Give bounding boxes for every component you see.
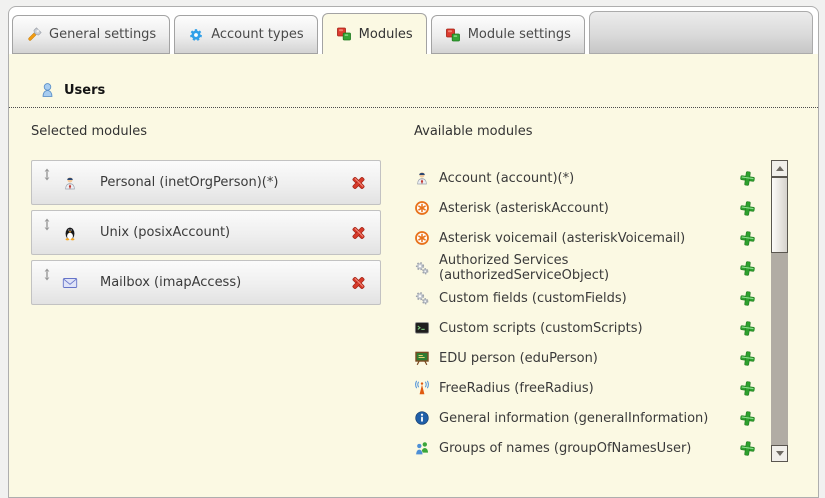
tab-module-settings[interactable]: Module settings <box>431 15 585 54</box>
tab-label: General settings <box>49 27 156 42</box>
add-module-button[interactable] <box>739 290 756 307</box>
selected-modules-list: Personal (inetOrgPerson)(*) Unix (posixA… <box>31 160 381 305</box>
mail-icon <box>62 275 78 291</box>
add-module-button[interactable] <box>739 350 756 367</box>
selected-modules-label: Selected modules <box>31 124 381 139</box>
tab-label: Modules <box>359 27 413 42</box>
tab-label: Module settings <box>468 27 571 42</box>
available-module-row-asterisk-voicemail: Asterisk voicemail (asteriskVoicemail) <box>414 223 771 253</box>
users-section-heading: Users <box>9 82 818 108</box>
scrollbar-down-button[interactable] <box>771 445 788 462</box>
remove-module-button[interactable] <box>350 274 367 291</box>
drag-handle-icon[interactable] <box>42 168 52 181</box>
module-label: Authorized Services (authorizedServiceOb… <box>439 253 739 283</box>
gear-icon <box>188 27 204 43</box>
available-modules-scrollbar[interactable] <box>771 160 788 462</box>
modules-tab-content: Users Selected modules Personal (inetOrg… <box>9 54 818 497</box>
info-icon <box>414 410 430 426</box>
available-module-row-asterisk: Asterisk (asteriskAccount) <box>414 193 771 223</box>
tab-bar-filler <box>589 11 813 54</box>
remove-module-button[interactable] <box>350 224 367 241</box>
selected-module-row-mailbox[interactable]: Mailbox (imapAccess) <box>31 260 381 305</box>
available-module-row-groups-of-names: Groups of names (groupOfNamesUser) <box>414 433 771 463</box>
modules-icon <box>336 26 352 42</box>
add-plus-icon <box>739 230 756 247</box>
module-label: Groups of names (groupOfNamesUser) <box>439 441 739 456</box>
selected-module-row-personal[interactable]: Personal (inetOrgPerson)(*) <box>31 160 381 205</box>
available-module-row-freeradius: FreeRadius (freeRadius) <box>414 373 771 403</box>
add-plus-icon <box>739 290 756 307</box>
settings-panel: General settings Account types Modules M… <box>8 6 819 498</box>
tab-modules[interactable]: Modules <box>322 13 427 54</box>
module-label: General information (generalInformation) <box>439 411 739 426</box>
section-title: Users <box>64 83 105 98</box>
gears-icon <box>414 260 430 276</box>
module-label: Custom scripts (customScripts) <box>439 321 739 336</box>
add-module-button[interactable] <box>739 440 756 457</box>
add-plus-icon <box>739 200 756 217</box>
tux-icon <box>62 225 78 241</box>
available-module-row-general-information: General information (generalInformation) <box>414 403 771 433</box>
delete-x-icon <box>350 224 367 241</box>
add-module-button[interactable] <box>739 380 756 397</box>
module-label: Unix (posixAccount) <box>100 225 230 240</box>
asterisk-icon <box>414 200 430 216</box>
gears-icon <box>414 290 430 306</box>
add-module-button[interactable] <box>739 200 756 217</box>
module-label: Asterisk (asteriskAccount) <box>439 201 739 216</box>
scrollbar-up-button[interactable] <box>771 160 788 177</box>
add-plus-icon <box>739 350 756 367</box>
available-module-row-edu-person: EDU person (eduPerson) <box>414 343 771 373</box>
add-module-button[interactable] <box>739 410 756 427</box>
arrow-up-icon <box>776 166 784 171</box>
available-module-row-custom-fields: Custom fields (customFields) <box>414 283 771 313</box>
person-icon <box>414 170 430 186</box>
add-module-button[interactable] <box>739 320 756 337</box>
module-label: FreeRadius (freeRadius) <box>439 381 739 396</box>
module-label: Mailbox (imapAccess) <box>100 275 241 290</box>
available-module-row-account: Account (account)(*) <box>414 163 771 193</box>
add-plus-icon <box>739 440 756 457</box>
radio-antenna-icon <box>414 380 430 396</box>
available-module-row-custom-scripts: Custom scripts (customScripts) <box>414 313 771 343</box>
drag-handle-icon[interactable] <box>42 218 52 231</box>
module-label: Account (account)(*) <box>439 171 739 186</box>
module-label: Custom fields (customFields) <box>439 291 739 306</box>
add-plus-icon <box>739 260 756 277</box>
tab-label: Account types <box>211 27 303 42</box>
available-modules-label: Available modules <box>414 124 788 139</box>
person-icon <box>62 175 78 191</box>
add-plus-icon <box>739 410 756 427</box>
tab-general-settings[interactable]: General settings <box>12 15 170 54</box>
scrollbar-thumb[interactable] <box>771 177 788 253</box>
wrench-icon <box>26 27 42 43</box>
selected-module-row-unix[interactable]: Unix (posixAccount) <box>31 210 381 255</box>
module-label: EDU person (eduPerson) <box>439 351 739 366</box>
add-module-button[interactable] <box>739 170 756 187</box>
asterisk-icon <box>414 230 430 246</box>
delete-x-icon <box>350 274 367 291</box>
tab-bar: General settings Account types Modules M… <box>9 7 818 54</box>
add-plus-icon <box>739 380 756 397</box>
module-label: Asterisk voicemail (asteriskVoicemail) <box>439 231 739 246</box>
remove-module-button[interactable] <box>350 174 367 191</box>
add-plus-icon <box>739 170 756 187</box>
add-plus-icon <box>739 320 756 337</box>
users-pawn-icon <box>39 82 56 99</box>
arrow-down-icon <box>776 451 784 456</box>
modules-icon <box>445 27 461 43</box>
terminal-icon <box>414 320 430 336</box>
add-module-button[interactable] <box>739 260 756 277</box>
drag-handle-icon[interactable] <box>42 268 52 281</box>
add-module-button[interactable] <box>739 230 756 247</box>
chalkboard-icon <box>414 350 430 366</box>
available-module-row-authorized-services: Authorized Services (authorizedServiceOb… <box>414 253 771 283</box>
module-label: Personal (inetOrgPerson)(*) <box>100 175 278 190</box>
available-modules-list: Account (account)(*) Asterisk (asteriskA… <box>414 160 771 463</box>
group-icon <box>414 440 430 456</box>
delete-x-icon <box>350 174 367 191</box>
tab-account-types[interactable]: Account types <box>174 15 317 54</box>
